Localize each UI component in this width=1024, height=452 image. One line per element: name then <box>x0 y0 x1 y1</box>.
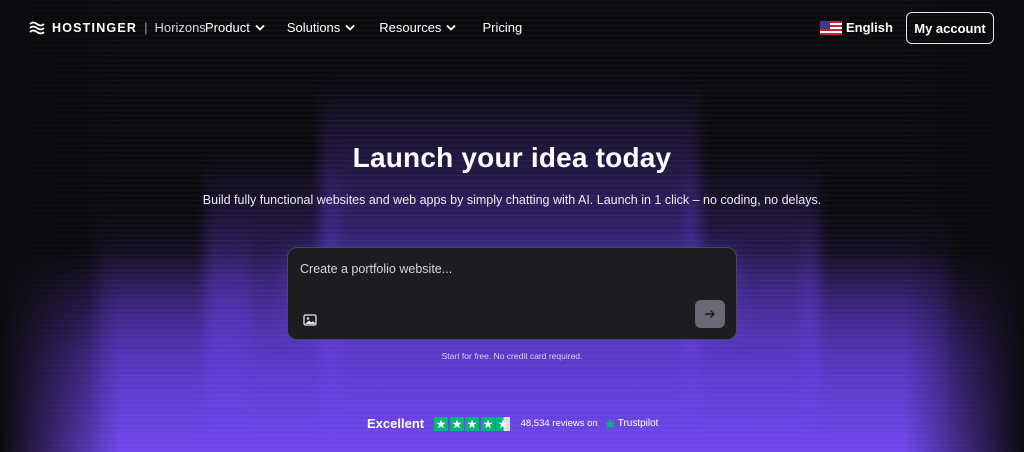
review-count: 48,534 reviews on <box>520 418 598 429</box>
trust-rating-word: Excellent <box>367 416 425 431</box>
menu-item-solutions[interactable]: Solutions <box>287 20 355 35</box>
trustpilot-name: Trustpilot <box>617 418 659 429</box>
star-rating <box>434 416 512 431</box>
image-icon <box>303 314 317 326</box>
menu-item-label: Solutions <box>286 20 341 35</box>
hero-title: Launch your idea today <box>352 142 672 173</box>
hero-subtitle: Build fully functional websites and web … <box>202 193 822 207</box>
language-selector[interactable]: English <box>820 20 893 35</box>
menu-item-label: Pricing <box>482 20 523 35</box>
chevron-down-icon <box>446 24 457 31</box>
menu-item-label: Resources <box>379 20 442 35</box>
menu-item-resources[interactable]: Resources <box>379 20 457 35</box>
upload-image-button[interactable] <box>303 313 317 326</box>
top-navigation: HOSTINGER | Horizons Product Solutions R… <box>0 0 1024 58</box>
menu-item-product[interactable]: Product <box>205 20 265 35</box>
menu-item-pricing[interactable]: Pricing <box>482 20 522 35</box>
trustpilot-star-icon <box>604 418 616 429</box>
trustpilot-logo: Trustpilot <box>604 418 659 430</box>
fine-print: Start for free. No credit card required. <box>441 351 583 361</box>
my-account-button[interactable]: My account <box>906 12 994 44</box>
chevron-down-icon <box>255 24 265 31</box>
brand-separator: | <box>144 20 148 35</box>
arrow-right-icon <box>705 310 715 318</box>
main-menu: Product Solutions Resources Pricing <box>205 20 522 35</box>
brand-name: HOSTINGER <box>52 20 138 35</box>
hero-background <box>0 0 1024 452</box>
prompt-box <box>287 247 737 340</box>
send-button[interactable] <box>695 300 725 328</box>
prompt-input[interactable] <box>300 262 680 276</box>
hostinger-logo-icon <box>29 21 45 34</box>
star-icon <box>465 416 480 431</box>
language-label: English <box>846 20 893 35</box>
star-icon <box>434 416 449 431</box>
star-icon <box>480 416 495 431</box>
star-icon <box>449 416 464 431</box>
chevron-down-icon <box>345 24 355 31</box>
brand-logo[interactable]: HOSTINGER | Horizons <box>29 20 206 35</box>
us-flag-icon <box>820 20 842 35</box>
trustpilot-widget[interactable]: Excellent 48,534 reviews on Trustpilot <box>367 416 658 431</box>
half-star-icon <box>496 416 511 431</box>
brand-product: Horizons <box>154 20 206 35</box>
menu-item-label: Product <box>205 20 250 35</box>
